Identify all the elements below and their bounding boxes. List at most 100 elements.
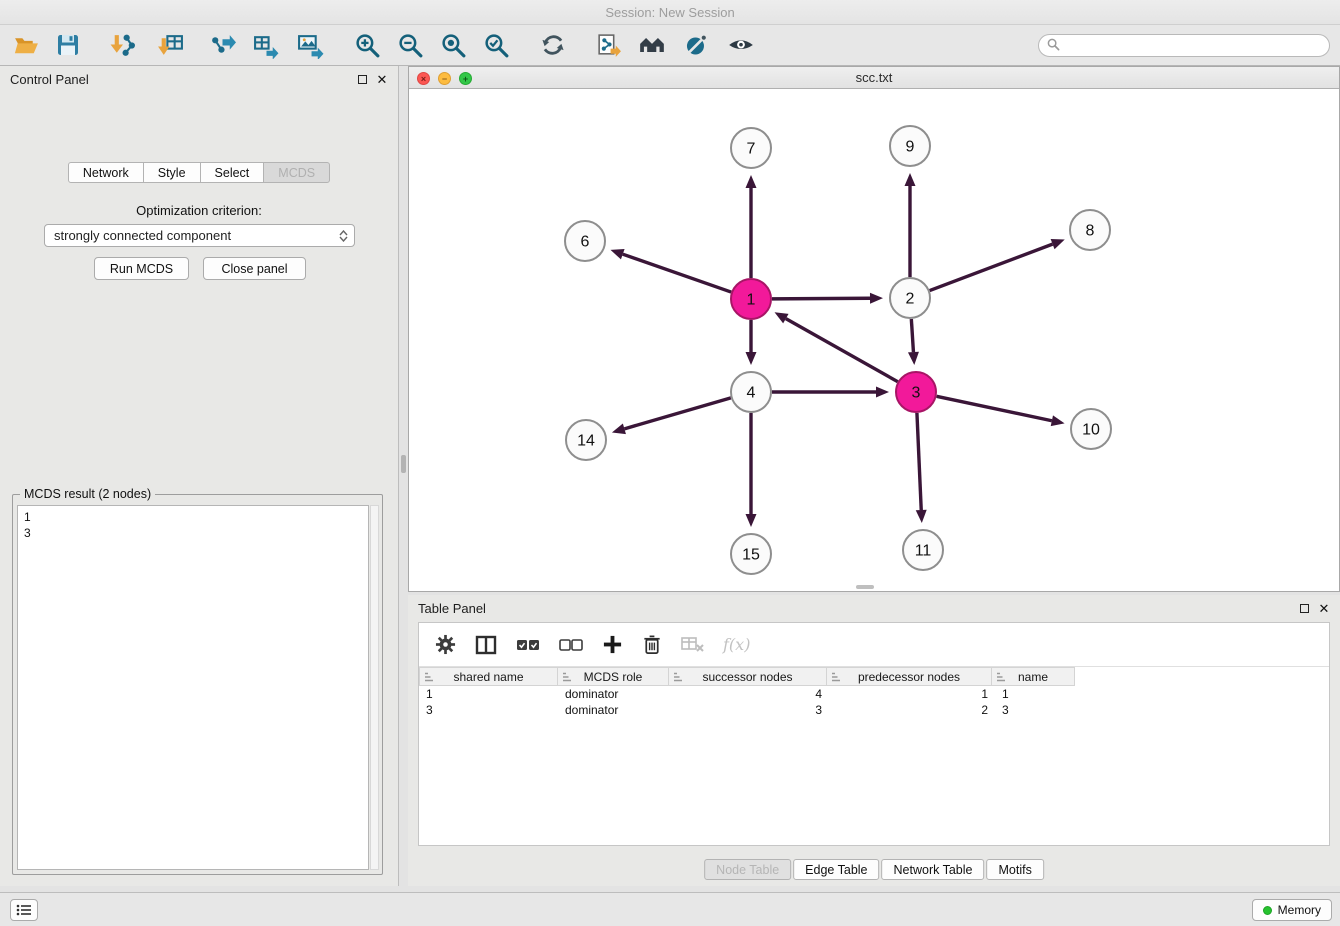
graph-node-1[interactable]: 1 (731, 279, 771, 319)
graph-node-2[interactable]: 2 (890, 278, 930, 318)
svg-text:15: 15 (742, 547, 760, 564)
import-network-icon[interactable] (104, 28, 140, 62)
tab-select[interactable]: Select (200, 162, 265, 183)
maximize-window-icon[interactable]: + (459, 72, 472, 85)
close-window-icon[interactable]: × (417, 72, 430, 85)
graph-node-10[interactable]: 10 (1071, 409, 1111, 449)
result-scrollbar[interactable] (370, 505, 379, 870)
graph-node-6[interactable]: 6 (565, 221, 605, 261)
search-input[interactable] (1065, 39, 1321, 53)
column-header-mcds-role[interactable]: MCDS role (557, 667, 669, 686)
minimize-window-icon[interactable]: − (438, 72, 451, 85)
column-header-successor-nodes[interactable]: successor nodes (668, 667, 827, 686)
delete-row-icon[interactable] (642, 634, 662, 655)
export-table-icon[interactable] (248, 28, 284, 62)
export-network-icon[interactable] (204, 28, 240, 62)
select-all-icon[interactable] (516, 637, 540, 653)
column-header-shared-name[interactable]: shared name (419, 667, 558, 686)
close-panel-icon[interactable]: ✕ (376, 73, 388, 85)
svg-text:11: 11 (915, 543, 932, 560)
graph-node-4[interactable]: 4 (731, 372, 771, 412)
graph-node-14[interactable]: 14 (566, 420, 606, 460)
svg-text:14: 14 (577, 433, 595, 450)
sort-icon (562, 672, 572, 686)
graph-node-3[interactable]: 3 (896, 372, 936, 412)
zoom-selected-icon[interactable] (478, 28, 514, 62)
tab-network[interactable]: Network (68, 162, 144, 183)
show-details-eye-icon[interactable] (723, 28, 759, 62)
graph-edge-1-6[interactable] (623, 254, 731, 292)
network-graph[interactable]: 7 9 6 8 1 2 4 3 14 10 15 11 (409, 89, 1339, 591)
graph-edge-arrow (610, 249, 624, 259)
tab-motifs[interactable]: Motifs (986, 859, 1043, 880)
float-table-panel-icon[interactable] (1298, 602, 1310, 614)
network-window-title: scc.txt (856, 70, 893, 85)
tab-mcds[interactable]: MCDS (263, 162, 330, 183)
table-row[interactable]: 3 dominator 3 2 3 (419, 702, 1329, 718)
window-titlebar[interactable]: Session: New Session (0, 0, 1340, 25)
refresh-layout-icon[interactable] (535, 28, 571, 62)
network-overview-icon[interactable] (634, 28, 670, 62)
add-row-icon[interactable] (602, 634, 623, 655)
float-panel-icon[interactable] (356, 73, 368, 85)
graph-node-7[interactable]: 7 (731, 128, 771, 168)
zoom-out-icon[interactable] (392, 28, 428, 62)
column-header-name[interactable]: name (991, 667, 1075, 686)
graph-node-8[interactable]: 8 (1070, 210, 1110, 250)
graph-edge-3-10[interactable] (937, 396, 1052, 420)
export-image-icon[interactable] (292, 28, 328, 62)
zoom-in-icon[interactable] (349, 28, 385, 62)
mcds-result-list[interactable]: 1 3 (17, 505, 369, 870)
window-title: Session: New Session (605, 5, 734, 20)
zoom-fit-icon[interactable] (435, 28, 471, 62)
column-header-predecessor-nodes[interactable]: predecessor nodes (826, 667, 992, 686)
open-session-icon[interactable] (8, 28, 44, 62)
graph-node-9[interactable]: 9 (890, 126, 930, 166)
delete-table-icon[interactable] (681, 636, 704, 653)
search-icon (1047, 38, 1060, 54)
graph-edge-2-3[interactable] (911, 319, 913, 352)
memory-button[interactable]: Memory (1252, 899, 1332, 921)
column-layout-icon[interactable] (475, 634, 497, 656)
save-session-icon[interactable] (50, 28, 86, 62)
svg-text:3: 3 (912, 385, 921, 402)
graph-edge-2-8[interactable] (930, 244, 1053, 290)
graph-edge-arrow (1051, 239, 1065, 249)
clipboard-network-icon[interactable] (590, 28, 626, 62)
clear-selection-icon[interactable] (559, 637, 583, 653)
graph-edge-1-2[interactable] (772, 298, 870, 299)
tab-style[interactable]: Style (143, 162, 201, 183)
tab-node-table[interactable]: Node Table (704, 859, 791, 880)
search-field[interactable] (1038, 34, 1330, 57)
style-circle-icon[interactable] (678, 28, 714, 62)
graph-edge-4-14[interactable] (624, 398, 730, 429)
sort-icon (424, 672, 434, 686)
run-mcds-button[interactable]: Run MCDS (94, 257, 189, 280)
task-history-button[interactable] (10, 899, 38, 921)
graph-edge-arrow (916, 510, 927, 523)
close-panel-button[interactable]: Close panel (203, 257, 306, 280)
list-icon (16, 903, 32, 917)
mcds-result-title: MCDS result (2 nodes) (20, 487, 155, 501)
network-view-window: × − + scc.txt 7 9 6 8 1 2 4 3 14 10 15 11 (408, 66, 1340, 592)
graph-edge-3-11[interactable] (917, 413, 921, 510)
function-builder-icon[interactable]: f(x) (723, 635, 750, 654)
graph-edge-arrow (1051, 415, 1065, 426)
graph-node-11[interactable]: 11 (903, 530, 943, 570)
gear-icon[interactable] (435, 634, 456, 655)
table-panel: Table Panel ✕ (408, 595, 1340, 886)
graph-edge-arrow (876, 387, 889, 398)
table-row[interactable]: 1 dominator 4 1 1 (419, 686, 1329, 702)
tab-network-table[interactable]: Network Table (882, 859, 985, 880)
graph-edge-arrow (746, 175, 757, 188)
close-table-panel-icon[interactable]: ✕ (1318, 602, 1330, 614)
graph-node-15[interactable]: 15 (731, 534, 771, 574)
graph-edge-3-1[interactable] (786, 319, 898, 382)
panel-splitter-handle[interactable] (401, 455, 406, 473)
svg-text:6: 6 (581, 234, 590, 251)
import-table-icon[interactable] (152, 28, 188, 62)
network-hscroll-thumb[interactable] (856, 585, 874, 589)
tab-edge-table[interactable]: Edge Table (793, 859, 879, 880)
criterion-dropdown[interactable]: strongly connected component (44, 224, 355, 247)
network-window-titlebar[interactable]: × − + scc.txt (409, 67, 1339, 89)
